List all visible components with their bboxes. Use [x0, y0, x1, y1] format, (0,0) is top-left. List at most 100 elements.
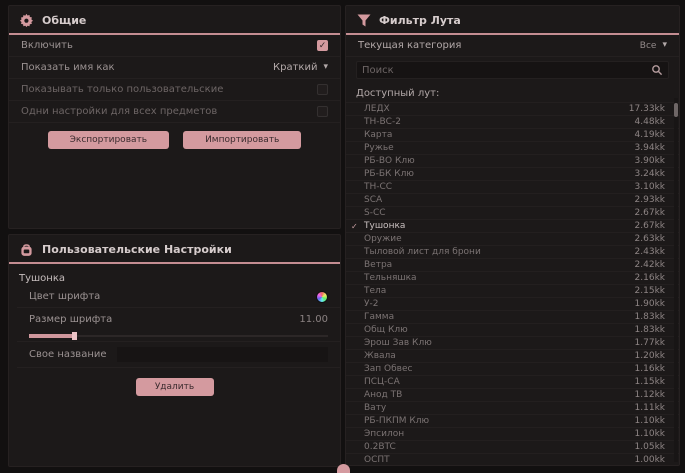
loot-item-name: Тельняшка	[364, 273, 417, 283]
check-icon: ✓	[351, 222, 358, 231]
loot-list-item[interactable]: ✓ Ружье 3.94kk	[346, 141, 679, 154]
loot-item-name: Тушонка	[364, 221, 405, 231]
loot-list-item[interactable]: ✓ S-CC 2.67kk	[346, 206, 679, 219]
search-input[interactable]	[362, 65, 651, 76]
loot-scrollbar	[674, 98, 678, 462]
loot-list-item[interactable]: ✓ Тушонка 2.67kk	[346, 219, 679, 232]
custom-name-label: Свое название	[29, 349, 107, 360]
loot-list-item[interactable]: ✓ SCA 2.93kk	[346, 193, 679, 206]
loot-list-item[interactable]: ✓ ПСЦ-СА 1.15kk	[346, 375, 679, 388]
loot-item-value: 2.42kk	[635, 260, 665, 270]
scrollbar-thumb[interactable]	[674, 103, 678, 117]
loot-list-item[interactable]: ✓ Тельняшка 2.16kk	[346, 271, 679, 284]
panel-filter-title: Фильтр Лута	[379, 14, 461, 27]
loot-item-name: Карта	[364, 130, 392, 140]
loot-list-item[interactable]: ✓ Зап Обвес 1.16kk	[346, 362, 679, 375]
loot-list-item[interactable]: ✓ РБ-ПКПМ Клю 1.10kk	[346, 414, 679, 427]
loot-list-item[interactable]: ✓ 0.2BTC 1.05kk	[346, 440, 679, 453]
loot-item-value: 1.11kk	[635, 403, 665, 413]
loot-item-value: 2.15kk	[635, 286, 665, 296]
loot-list-item[interactable]: ✓ РБ-ВО Клю 3.90kk	[346, 154, 679, 167]
loot-list-item[interactable]: ✓ ТН-СС 3.10kk	[346, 180, 679, 193]
loot-item-value: 3.24kk	[635, 169, 665, 179]
loot-list-item[interactable]: ✓ Оружие 2.63kk	[346, 232, 679, 245]
chevron-down-icon: ▾	[323, 63, 328, 72]
panel-filter-header: Фильтр Лута	[346, 6, 679, 33]
import-button[interactable]: Импортировать	[183, 131, 301, 149]
custom-name-input[interactable]	[117, 347, 328, 362]
loot-item-value: 1.90kk	[635, 299, 665, 309]
loot-item-value: 2.93kk	[635, 195, 665, 205]
loot-item-value: 1.16kk	[635, 364, 665, 374]
loot-item-name: Зап Обвес	[364, 364, 412, 374]
category-select[interactable]: Все ▾	[640, 41, 667, 51]
enable-checkbox[interactable]: ✓	[317, 40, 328, 51]
loot-item-value: 1.77kk	[635, 338, 665, 348]
loot-list-item[interactable]: ✓ Эпсилон 1.10kk	[346, 427, 679, 440]
setting-row-enable: Включить ✓	[9, 35, 340, 57]
funnel-icon	[356, 13, 371, 28]
loot-item-value: 2.67kk	[635, 221, 665, 231]
only-custom-label: Показывать только пользовательские	[21, 84, 223, 95]
loot-list-item[interactable]: ✓ ТН-ВС-2 4.48kk	[346, 115, 679, 128]
loot-item-name: Ветра	[364, 260, 392, 270]
loot-list-item[interactable]: ✓ У-2 1.90kk	[346, 297, 679, 310]
loot-list-item[interactable]: ✓ Гамма 1.83kk	[346, 310, 679, 323]
name-mode-select[interactable]: Краткий ▾	[273, 62, 328, 73]
available-loot-label: Доступный лут:	[346, 83, 679, 102]
search-box	[356, 61, 669, 79]
panel-loot-filter: Фильтр Лута Текущая категория Все ▾ Дост…	[345, 5, 680, 466]
search-row	[346, 57, 679, 83]
panel-custom-title: Пользовательские Настройки	[42, 243, 232, 256]
loot-list-item[interactable]: ✓ Вату 1.11kk	[346, 401, 679, 414]
slider-thumb[interactable]	[72, 332, 77, 340]
loot-item-name: ЛЕДХ	[364, 104, 390, 114]
loot-item-value: 2.67kk	[635, 208, 665, 218]
chevron-down-icon: ▾	[662, 41, 667, 50]
loot-list-item[interactable]: ✓ Тела 2.15kk	[346, 284, 679, 297]
font-size-slider[interactable]	[17, 330, 340, 342]
loot-item-value: 1.20kk	[635, 351, 665, 361]
loot-item-name: РБ-ПКПМ Клю	[364, 416, 429, 426]
loot-item-name: РБ-БК Клю	[364, 169, 414, 179]
loot-list-item[interactable]: ✓ Карта 4.19kk	[346, 128, 679, 141]
loot-list-item[interactable]: ✓ РБ-БК Клю 3.24kk	[346, 167, 679, 180]
export-button[interactable]: Экспортировать	[48, 131, 169, 149]
loot-item-value: 2.16kk	[635, 273, 665, 283]
slider-fill	[29, 334, 75, 338]
loot-item-value: 3.90kk	[635, 156, 665, 166]
name-mode-value: Краткий	[273, 62, 317, 73]
setting-row-one-for-all: Одни настройки для всех предметов	[9, 101, 340, 123]
panel-general-title: Общие	[42, 14, 86, 27]
loot-item-value: 1.15kk	[635, 377, 665, 387]
panel-general-header: Общие	[9, 6, 340, 33]
loot-list-item[interactable]: ✓ Анод ТВ 1.12kk	[346, 388, 679, 401]
loot-list-item[interactable]: ✓ ЛЕДХ 17.33kk	[346, 102, 679, 115]
only-custom-checkbox[interactable]	[317, 84, 328, 95]
loot-item-name: Анод ТВ	[364, 390, 402, 400]
enable-label: Включить	[21, 40, 73, 51]
one-for-all-checkbox[interactable]	[317, 106, 328, 117]
setting-row-only-custom: Показывать только пользовательские	[9, 79, 340, 101]
category-value: Все	[640, 41, 657, 51]
loot-item-name: SCA	[364, 195, 382, 205]
color-picker-icon[interactable]	[316, 291, 328, 303]
loot-item-name: Оружие	[364, 234, 402, 244]
one-for-all-label: Одни настройки для всех предметов	[21, 106, 217, 117]
panel-general: Общие Включить ✓ Показать имя как Кратки…	[8, 5, 341, 229]
search-icon[interactable]	[651, 64, 663, 76]
loot-list-item[interactable]: ✓ Жвала 1.20kk	[346, 349, 679, 362]
delete-button[interactable]: Удалить	[136, 378, 214, 396]
name-mode-label: Показать имя как	[21, 62, 115, 73]
loot-list-item[interactable]: ✓ ОСПТ 1.00kk	[346, 453, 679, 466]
loot-item-name: Ружье	[364, 143, 394, 153]
custom-name-row: Свое название	[17, 342, 340, 368]
loot-list-item[interactable]: ✓ Тыловой лист для брони 2.43kk	[346, 245, 679, 258]
import-export-row: Экспортировать Импортировать	[9, 123, 340, 149]
loot-list: ✓ ЛЕДХ 17.33kk ✓ ТН-ВС-2 4.48kk ✓ Карта …	[346, 102, 679, 466]
font-color-row: Цвет шрифта	[17, 286, 340, 308]
loot-item-value: 1.83kk	[635, 312, 665, 322]
loot-list-item[interactable]: ✓ Общ Клю 1.83kk	[346, 323, 679, 336]
loot-list-item[interactable]: ✓ Эрош Зав Клю 1.77kk	[346, 336, 679, 349]
loot-list-item[interactable]: ✓ Ветра 2.42kk	[346, 258, 679, 271]
